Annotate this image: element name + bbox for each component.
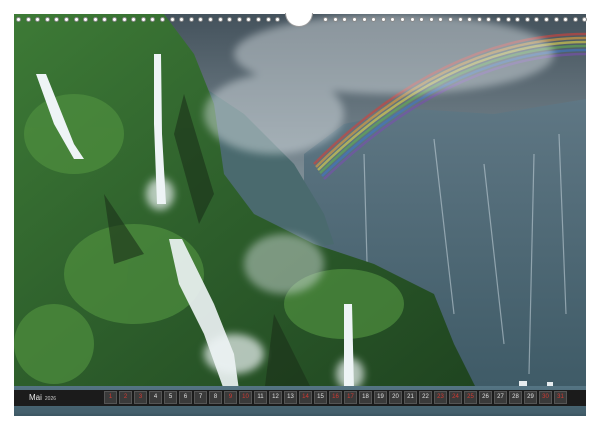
- binding-hole: [323, 17, 329, 22]
- day-cell: 14: [299, 391, 312, 404]
- binding-hole: [121, 17, 127, 22]
- day-cell: 6: [179, 391, 192, 404]
- month-year: 2026: [44, 396, 57, 402]
- binding-hole: [534, 17, 540, 22]
- binding-hole: [467, 17, 473, 22]
- binding-hole: [572, 17, 578, 22]
- binding-hole: [496, 17, 501, 22]
- day-cell: 29: [524, 391, 537, 404]
- day-cell: 19: [374, 391, 387, 404]
- day-cell: 4: [149, 391, 162, 404]
- binding-hole: [227, 17, 233, 22]
- binding-hole: [140, 17, 146, 22]
- binding-hole: [169, 17, 175, 22]
- day-cell: 2: [119, 391, 132, 404]
- day-cell: 7: [194, 391, 207, 404]
- binding-hole: [131, 17, 137, 22]
- binding-hole: [16, 17, 21, 22]
- binding-hole: [236, 17, 242, 22]
- binding-hole: [150, 17, 156, 22]
- binding-hole: [448, 17, 453, 22]
- day-cell: 9: [224, 391, 237, 404]
- day-cell: 23: [434, 391, 447, 404]
- binding-hole: [92, 17, 98, 22]
- month-label: Mai 2026: [14, 391, 104, 405]
- day-cell: 25: [464, 391, 477, 404]
- binding-hole: [160, 17, 165, 22]
- day-cell: 21: [404, 391, 417, 404]
- binding-hole: [400, 17, 405, 22]
- day-cell: 13: [284, 391, 297, 404]
- binding-hole: [275, 17, 281, 22]
- binding-hole: [208, 17, 213, 22]
- day-cell: 18: [359, 391, 372, 404]
- binding-hole: [112, 17, 117, 22]
- binding-hole: [428, 17, 434, 22]
- binding-hole: [419, 17, 425, 22]
- day-cell: 5: [164, 391, 177, 404]
- day-cell: 8: [209, 391, 222, 404]
- binding-hole: [486, 17, 492, 22]
- binding-hole: [457, 17, 463, 22]
- binding-hole: [54, 17, 60, 22]
- binding-hole: [246, 17, 252, 22]
- binding-hole: [553, 17, 559, 22]
- binding-hole: [332, 17, 338, 22]
- binding-hole: [582, 17, 588, 22]
- binding-hole: [83, 17, 89, 22]
- day-cell: 28: [509, 391, 522, 404]
- binding-hole: [217, 17, 223, 22]
- binding-hole: [524, 17, 530, 22]
- binding-hole: [390, 17, 396, 22]
- binding-hole: [25, 17, 31, 22]
- binding-hole: [438, 17, 444, 22]
- binding-hole: [476, 17, 482, 22]
- binding-hole: [361, 17, 367, 22]
- day-cell: 31: [554, 391, 567, 404]
- day-cell: 27: [494, 391, 507, 404]
- binding-hole: [380, 17, 386, 22]
- day-cell: 11: [254, 391, 267, 404]
- day-cell: 26: [479, 391, 492, 404]
- binding-hole: [342, 17, 348, 22]
- binding-hole: [256, 17, 261, 22]
- binding-hole: [563, 17, 569, 22]
- binding-hole: [352, 17, 357, 22]
- binding-hole: [179, 17, 185, 22]
- day-cell: 24: [449, 391, 462, 404]
- landscape-photo: [14, 14, 586, 416]
- day-cell: 22: [419, 391, 432, 404]
- binding-hole: [505, 17, 511, 22]
- binding-hole: [44, 17, 50, 22]
- day-cell: 10: [239, 391, 252, 404]
- binding-hole: [515, 17, 521, 22]
- binding-hole: [371, 17, 377, 22]
- day-cell: 20: [389, 391, 402, 404]
- binding-hole: [265, 17, 271, 22]
- binding-hole: [73, 17, 79, 22]
- day-cell: 17: [344, 391, 357, 404]
- day-cell: 30: [539, 391, 552, 404]
- day-cell: 3: [134, 391, 147, 404]
- binding-hole: [409, 17, 415, 22]
- binding-hole: [102, 17, 108, 22]
- day-cell: 16: [329, 391, 342, 404]
- day-cell: 15: [314, 391, 327, 404]
- day-grid: 1 2 3 4 5 6 7 8 9 10 11 12 13 14 15 16 17 18 19 20 21 22 23 24 2…: [104, 391, 576, 405]
- binding-hole: [198, 17, 204, 22]
- day-cell: 12: [269, 391, 282, 404]
- day-cell: 1: [104, 391, 117, 404]
- binding-hole: [64, 17, 69, 22]
- month-name: Mai: [29, 393, 42, 402]
- binding-hole: [35, 17, 41, 22]
- binding-hole: [188, 17, 194, 22]
- binding-hole: [544, 17, 549, 22]
